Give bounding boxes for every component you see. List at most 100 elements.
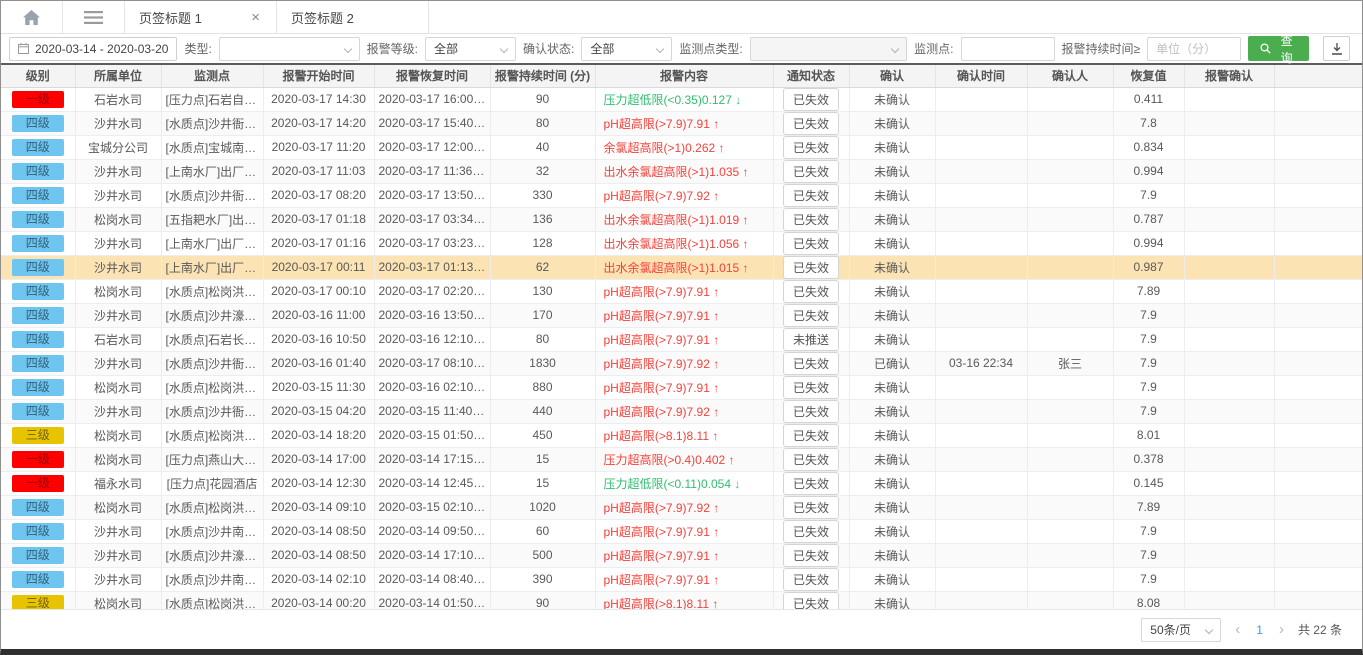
table-row[interactable]: 四级沙井水司[上南水厂]出厂水余氯2020-03-17 00:112020-03… [1, 255, 1362, 279]
current-page[interactable]: 1 [1254, 623, 1265, 637]
notify-status-button[interactable]: 已失效 [783, 184, 839, 207]
total-count: 共 22 条 [1298, 621, 1342, 638]
alarm-confirm-cell [1184, 423, 1274, 447]
confirm-status-select[interactable]: 全部 [581, 37, 672, 61]
table-row[interactable]: 四级宝城分公司[水质点]宝城南方医科大2020-03-17 11:202020-… [1, 135, 1362, 159]
notify-status-button[interactable]: 已失效 [783, 376, 839, 399]
alarm-recover-time-cell: 2020-03-14 01:50:00 [374, 591, 490, 609]
page-size-select[interactable]: 50条/页 [1141, 618, 1221, 642]
export-button[interactable] [1323, 36, 1350, 61]
notify-status-button[interactable]: 已失效 [783, 592, 839, 610]
alarm-table: 级别所属单位监测点报警开始时间报警恢复时间报警持续时间 (分)报警内容通知状态确… [1, 65, 1362, 609]
alarm-duration-cell: 90 [490, 87, 595, 111]
notify-status-cell: 已失效 [773, 567, 849, 591]
table-row[interactable]: 四级松岗水司[五指耙水厂]出厂水余氯2020-03-17 01:182020-0… [1, 207, 1362, 231]
confirm-status-cell: 未确认 [849, 327, 935, 351]
notify-status-button[interactable]: 已失效 [783, 280, 839, 303]
notify-status-button[interactable]: 已失效 [783, 160, 839, 183]
notify-status-button[interactable]: 未推送 [783, 328, 839, 351]
tab-page-1[interactable]: 页签标题 1 × [125, 1, 277, 33]
table-row[interactable]: 四级沙井水司[水质点]沙井濠景城2020-03-14 08:502020-03-… [1, 543, 1362, 567]
notify-status-button[interactable]: 已失效 [783, 568, 839, 591]
notify-status-button[interactable]: 已失效 [783, 136, 839, 159]
alarm-content-text: 出水余氯超高限(>1)1.035 ↑ [604, 165, 749, 179]
table-row[interactable]: 四级沙井水司[上南水厂]出厂水余氯2020-03-17 11:032020-03… [1, 159, 1362, 183]
alarm-duration-cell: 500 [490, 543, 595, 567]
monitor-point-cell: [水质点]松岗洪桥头社区 [161, 279, 263, 303]
table-row[interactable]: 四级石岩水司[水质点]石岩长城工业区2020-03-16 10:502020-0… [1, 327, 1362, 351]
level-cell: 四级 [1, 135, 75, 159]
notify-status-button[interactable]: 已失效 [783, 400, 839, 423]
table-row[interactable]: 三级松岗水司[水质点]松岗洪桥头社区2020-03-14 18:202020-0… [1, 423, 1362, 447]
query-button[interactable]: 查询 [1248, 36, 1309, 61]
notify-status-button[interactable]: 已失效 [783, 256, 839, 279]
alarm-level-select[interactable]: 全部 [425, 37, 516, 61]
confirm-user-cell [1027, 87, 1113, 111]
notify-status-button[interactable]: 已失效 [783, 232, 839, 255]
table-row[interactable]: 四级松岗水司[水质点]松岗洪桥头社区2020-03-15 11:302020-0… [1, 375, 1362, 399]
notify-status-button[interactable]: 已失效 [783, 112, 839, 135]
point-input[interactable] [961, 37, 1055, 61]
notify-status-button[interactable]: 已失效 [783, 88, 839, 111]
notify-status-button[interactable]: 已失效 [783, 472, 839, 495]
calendar-icon [18, 43, 29, 54]
table-row[interactable]: 一级松岗水司[压力点]燕山大道北行燕景华2020-03-14 17:002020… [1, 447, 1362, 471]
alarm-confirm-cell [1184, 351, 1274, 375]
table-row[interactable]: 四级沙井水司[水质点]沙井南沙派出所2020-03-14 02:102020-0… [1, 567, 1362, 591]
recovery-value-cell: 7.9 [1113, 327, 1184, 351]
notify-status-button[interactable]: 已失效 [783, 544, 839, 567]
notify-status-button[interactable]: 已失效 [783, 520, 839, 543]
table-row[interactable]: 四级沙井水司[水质点]沙井衙边社区2020-03-17 14:202020-03… [1, 111, 1362, 135]
close-icon[interactable]: × [249, 10, 262, 25]
notify-status-button[interactable]: 已失效 [783, 424, 839, 447]
column-header: 所属单位 [75, 65, 161, 87]
notify-status-button[interactable]: 已失效 [783, 352, 839, 375]
confirm-user-cell: 张三 [1027, 351, 1113, 375]
date-range-picker[interactable]: 2020-03-14 - 2020-03-20 [9, 37, 177, 61]
table-row[interactable]: 四级沙井水司[水质点]沙井濠景城2020-03-16 11:002020-03-… [1, 303, 1362, 327]
column-header: 确认时间 [935, 65, 1027, 87]
alarm-start-time-cell: 2020-03-17 11:03 [263, 159, 374, 183]
duration-input[interactable] [1147, 37, 1241, 61]
table-row[interactable]: 三级松岗水司[水质点]松岗洪桥头社区2020-03-14 00:202020-0… [1, 591, 1362, 609]
table-row[interactable]: 四级松岗水司[水质点]松岗洪桥头社区2020-03-14 09:102020-0… [1, 495, 1362, 519]
tab-page-2[interactable]: 页签标题 2 [277, 1, 429, 33]
confirm-status-cell: 未确认 [849, 567, 935, 591]
table-row[interactable]: 四级沙井水司[水质点]沙井衙边社区2020-03-16 01:402020-03… [1, 351, 1362, 375]
column-header: 报警开始时间 [263, 65, 374, 87]
notify-status-button[interactable]: 已失效 [783, 304, 839, 327]
notify-status-button[interactable]: 已失效 [783, 208, 839, 231]
alarm-content-text: pH超高限(>7.9)7.92 ↑ [604, 405, 720, 419]
level-badge: 四级 [12, 523, 64, 540]
next-page-button[interactable]: › [1277, 621, 1286, 638]
empty-cell [1274, 279, 1362, 303]
type-select[interactable] [219, 37, 360, 61]
prev-page-button[interactable]: ‹ [1233, 621, 1242, 638]
alarm-start-time-cell: 2020-03-14 02:10 [263, 567, 374, 591]
recovery-value-cell: 0.378 [1113, 447, 1184, 471]
alarm-start-time-cell: 2020-03-17 14:30 [263, 87, 374, 111]
table-row[interactable]: 一级石岩水司[压力点]石岩自来水公司2020-03-17 14:302020-0… [1, 87, 1362, 111]
table-row[interactable]: 一级福永水司[压力点]花园酒店2020-03-14 12:302020-03-1… [1, 471, 1362, 495]
alarm-recover-time-cell: 2020-03-15 02:10:00 [374, 495, 490, 519]
confirm-time-cell [935, 87, 1027, 111]
confirm-user-cell [1027, 303, 1113, 327]
menu-button[interactable] [63, 1, 125, 33]
confirm-status-cell: 未确认 [849, 231, 935, 255]
table-row[interactable]: 四级沙井水司[水质点]沙井衙边社区2020-03-17 08:202020-03… [1, 183, 1362, 207]
confirm-user-cell [1027, 231, 1113, 255]
notify-status-button[interactable]: 已失效 [783, 496, 839, 519]
level-cell: 四级 [1, 567, 75, 591]
alarm-start-time-cell: 2020-03-17 08:20 [263, 183, 374, 207]
notify-status-button[interactable]: 已失效 [783, 448, 839, 471]
company-cell: 松岗水司 [75, 591, 161, 609]
home-button[interactable] [1, 1, 63, 33]
table-row[interactable]: 四级沙井水司[上南水厂]出厂水余氯2020-03-17 01:162020-03… [1, 231, 1362, 255]
confirm-time-cell [935, 567, 1027, 591]
table-row[interactable]: 四级沙井水司[水质点]沙井衙边社区2020-03-15 04:202020-03… [1, 399, 1362, 423]
alarm-recover-time-cell: 2020-03-15 01:50:00 [374, 423, 490, 447]
table-row[interactable]: 四级松岗水司[水质点]松岗洪桥头社区2020-03-17 00:102020-0… [1, 279, 1362, 303]
point-type-select[interactable] [750, 37, 908, 61]
table-row[interactable]: 四级沙井水司[水质点]沙井南沙派出所2020-03-14 08:502020-0… [1, 519, 1362, 543]
confirm-time-cell [935, 471, 1027, 495]
